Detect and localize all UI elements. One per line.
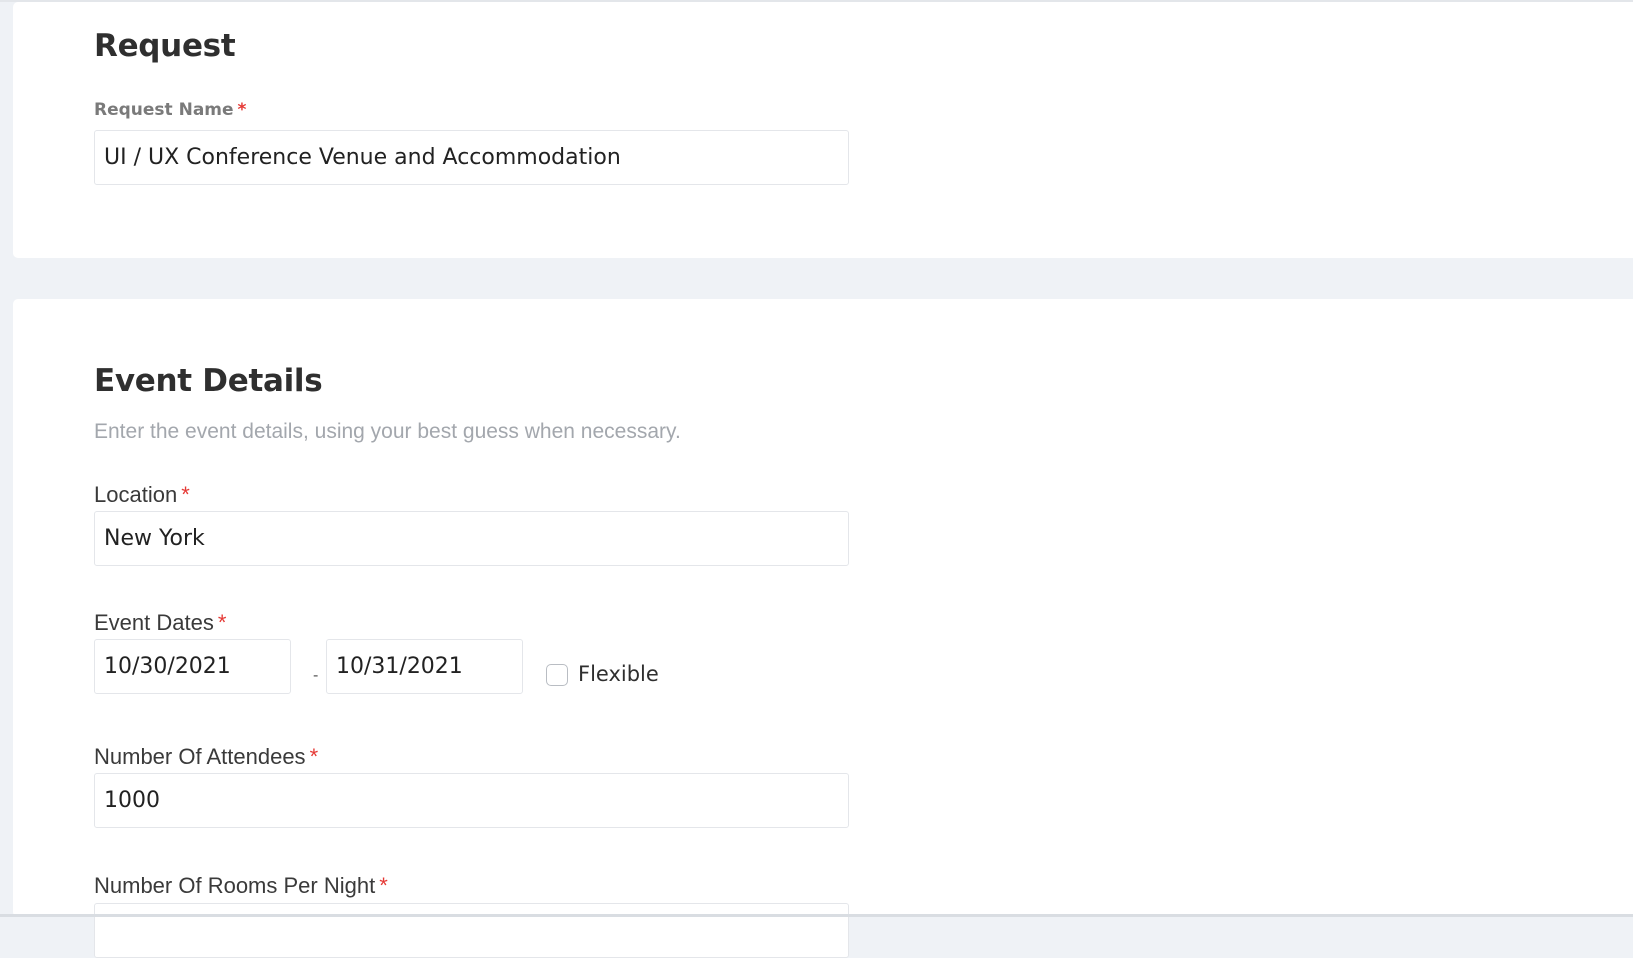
location-input[interactable] (94, 511, 849, 566)
flexible-checkbox[interactable] (546, 664, 568, 686)
location-label: Location * (94, 482, 190, 508)
event-end-date-input[interactable] (326, 639, 523, 694)
rooms-per-night-label-text: Number Of Rooms Per Night (94, 873, 376, 898)
attendees-label: Number Of Attendees * (94, 744, 318, 770)
attendees-input[interactable] (94, 773, 849, 828)
location-label-text: Location (94, 482, 178, 507)
event-dates-label-text: Event Dates (94, 610, 214, 635)
date-range-separator: - (313, 667, 319, 684)
rooms-per-night-input[interactable] (94, 903, 849, 958)
event-details-card: Event Details Enter the event details, u… (13, 299, 1633, 958)
request-name-label-text: Request Name (94, 100, 234, 120)
event-details-title: Event Details (94, 363, 323, 399)
attendees-label-text: Number Of Attendees (94, 744, 306, 769)
request-section-title: Request (94, 28, 236, 64)
event-start-date-input[interactable] (94, 639, 291, 694)
event-dates-label: Event Dates * (94, 610, 226, 636)
required-asterisk: * (309, 744, 319, 769)
rooms-per-night-label: Number Of Rooms Per Night * (94, 873, 388, 899)
required-asterisk: * (217, 610, 227, 635)
required-asterisk: * (379, 873, 388, 898)
request-card: Request Request Name * (13, 2, 1633, 258)
event-details-description: Enter the event details, using your best… (94, 420, 681, 443)
required-asterisk: * (181, 482, 190, 507)
request-name-input[interactable] (94, 130, 849, 185)
request-name-label: Request Name * (94, 100, 246, 120)
flexible-checkbox-label[interactable]: Flexible (578, 662, 659, 686)
required-asterisk: * (237, 100, 247, 120)
